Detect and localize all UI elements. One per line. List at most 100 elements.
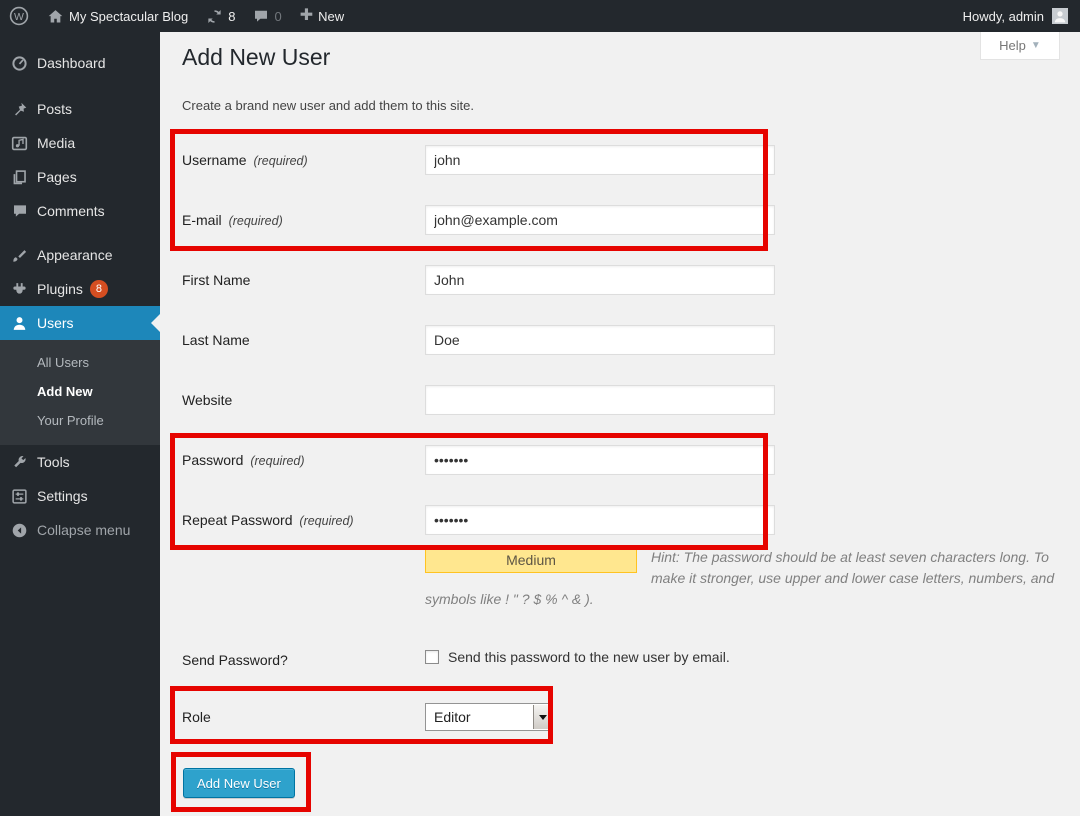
site-name-menu[interactable]: My Spectacular Blog <box>38 0 197 32</box>
password-input[interactable] <box>425 445 775 475</box>
sidebar-item-label: Appearance <box>37 247 113 263</box>
sidebar-item-posts[interactable]: Posts <box>0 92 160 126</box>
my-account-menu[interactable]: Howdy, admin <box>963 8 1080 24</box>
required-hint: (required) <box>299 514 353 528</box>
website-label: Website <box>182 385 397 415</box>
username-input[interactable] <box>425 145 775 175</box>
plugin-icon <box>9 281 30 298</box>
menu-separator <box>0 80 160 92</box>
admin-sidebar: Dashboard Posts Media <box>0 32 160 816</box>
comment-count: 0 <box>274 9 281 24</box>
collapse-arrow-icon <box>9 522 30 539</box>
password-label: Password (required) <box>182 445 397 476</box>
last-name-label: Last Name <box>182 325 397 355</box>
password-strength-meter: Medium <box>425 547 637 573</box>
label-text: Repeat Password <box>182 512 293 528</box>
email-input[interactable] <box>425 205 775 235</box>
wordpress-logo-menu[interactable]: W <box>0 0 38 32</box>
sidebar-item-plugins[interactable]: Plugins 8 <box>0 272 160 306</box>
label-text: Last Name <box>182 332 250 348</box>
main-content: Help ▼ Add New User Create a brand new u… <box>160 32 1080 816</box>
role-select[interactable]: Editor <box>425 703 553 731</box>
username-label: Username (required) <box>182 145 397 176</box>
sidebar-item-collapse-menu[interactable]: Collapse menu <box>0 513 160 547</box>
plus-icon: ✚ <box>300 8 313 24</box>
first-name-row: First Name <box>182 265 1060 295</box>
sidebar-item-label: Settings <box>37 488 88 504</box>
sidebar-item-appearance[interactable]: Appearance <box>0 238 160 272</box>
new-label: New <box>318 9 344 24</box>
sidebar-item-tools[interactable]: Tools <box>0 445 160 479</box>
website-input[interactable] <box>425 385 775 415</box>
dashboard-icon <box>9 55 30 72</box>
select-arrow-button[interactable] <box>533 705 551 729</box>
sidebar-item-label: Pages <box>37 169 77 185</box>
repeat-password-label: Repeat Password (required) <box>182 505 397 536</box>
sidebar-item-label: Posts <box>37 101 72 117</box>
send-password-text: Send this password to the new user by em… <box>448 649 730 665</box>
username-row: Username (required) <box>182 145 1060 175</box>
updates-menu[interactable]: 8 <box>197 0 244 32</box>
sidebar-item-label: Dashboard <box>37 55 106 71</box>
email-label: E-mail (required) <box>182 205 397 236</box>
new-content-menu[interactable]: ✚ New <box>291 0 353 32</box>
submenu-item-all-users[interactable]: All Users <box>0 348 160 377</box>
required-hint: (required) <box>253 154 307 168</box>
email-row: E-mail (required) <box>182 205 1060 235</box>
comments-menu[interactable]: 0 <box>244 0 290 32</box>
send-password-option: Send this password to the new user by em… <box>425 649 730 665</box>
sidebar-item-media[interactable]: Media <box>0 126 160 160</box>
first-name-label: First Name <box>182 265 397 295</box>
sidebar-item-label: Media <box>37 135 75 151</box>
help-button[interactable]: Help ▼ <box>980 32 1060 60</box>
updates-icon <box>206 8 223 25</box>
menu-separator <box>0 228 160 238</box>
home-icon <box>47 8 64 25</box>
avatar <box>1052 8 1068 24</box>
required-hint: (required) <box>229 214 283 228</box>
plugins-update-badge: 8 <box>90 280 108 298</box>
sidebar-item-label: Tools <box>37 454 70 470</box>
label-text: Username <box>182 152 247 168</box>
paintbrush-icon <box>9 247 30 264</box>
submenu-item-your-profile[interactable]: Your Profile <box>0 406 160 435</box>
chevron-down-icon: ▼ <box>1031 40 1041 51</box>
howdy-label: Howdy, admin <box>963 9 1044 24</box>
wrench-icon <box>9 454 30 471</box>
sidebar-item-dashboard[interactable]: Dashboard <box>0 46 160 80</box>
active-item-arrow <box>151 314 160 332</box>
wordpress-logo-icon: W <box>9 6 29 26</box>
first-name-input[interactable] <box>425 265 775 295</box>
help-label: Help <box>999 38 1026 53</box>
submenu-item-add-new[interactable]: Add New <box>0 377 160 406</box>
svg-text:W: W <box>14 11 24 23</box>
update-count: 8 <box>228 9 235 24</box>
password-row: Password (required) <box>182 445 1060 475</box>
media-icon <box>9 135 30 152</box>
label-text: Password <box>182 452 243 468</box>
admin-menu: Dashboard Posts Media <box>0 32 160 547</box>
sidebar-item-settings[interactable]: Settings <box>0 479 160 513</box>
pages-icon <box>9 169 30 186</box>
comment-bubble-icon <box>253 8 269 24</box>
comments-icon <box>9 203 30 219</box>
sidebar-item-users[interactable]: Users <box>0 306 160 340</box>
repeat-password-row: Repeat Password (required) <box>182 505 1060 535</box>
user-icon <box>9 315 30 332</box>
sidebar-item-pages[interactable]: Pages <box>0 160 160 194</box>
sliders-icon <box>9 488 30 505</box>
required-hint: (required) <box>250 454 304 468</box>
repeat-password-input[interactable] <box>425 505 775 535</box>
send-password-checkbox[interactable] <box>425 650 439 664</box>
send-password-row: Send Password? Send this password to the… <box>182 645 1060 675</box>
role-row: Role Editor <box>182 702 1060 732</box>
label-text: First Name <box>182 272 250 288</box>
page-title: Add New User <box>182 44 330 71</box>
dropdown-arrow-icon <box>539 715 547 720</box>
sidebar-item-label: Users <box>37 315 74 331</box>
admin-bar: W My Spectacular Blog 8 <box>0 0 1080 32</box>
sidebar-item-label: Plugins <box>37 281 83 297</box>
last-name-input[interactable] <box>425 325 775 355</box>
add-new-user-button[interactable]: Add New User <box>183 768 295 798</box>
sidebar-item-comments[interactable]: Comments <box>0 194 160 228</box>
